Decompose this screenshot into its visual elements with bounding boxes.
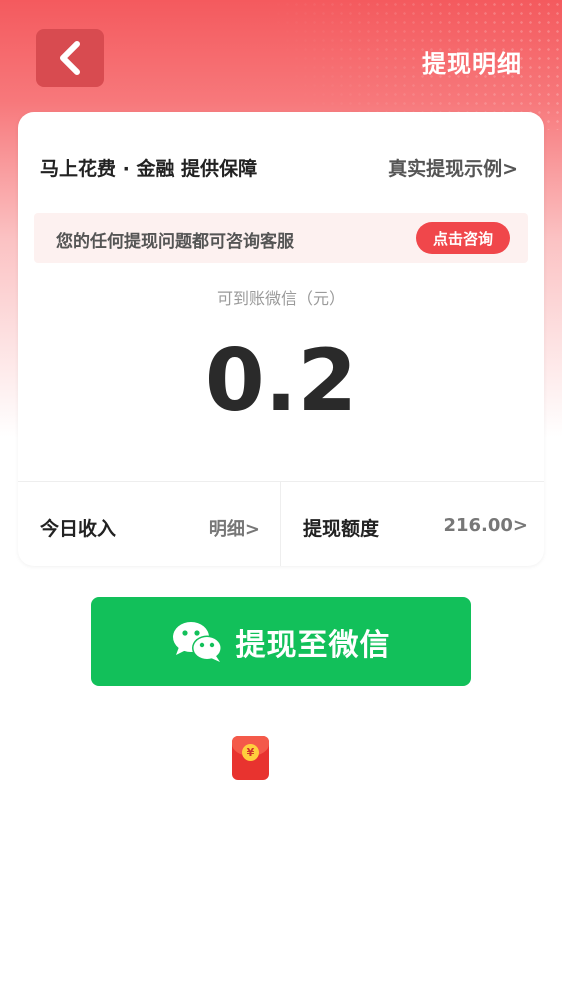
amount-value: 0.2 [204, 331, 358, 431]
today-income-cell[interactable]: 今日收入 明细> [18, 482, 280, 566]
today-income-label: 今日收入 [40, 518, 117, 540]
wechat-icon [172, 621, 222, 662]
real-example-link[interactable]: 真实提现示例> [388, 154, 518, 181]
withdraw-quota-label: 提现额度 [303, 518, 380, 540]
red-envelope-icon[interactable]: ¥ [232, 736, 269, 780]
income-detail-link[interactable]: 明细> [209, 515, 260, 541]
guarantee-text: 马上花费 · 金融 提供保障 [40, 158, 258, 180]
withdraw-quota-cell[interactable]: 提现额度 216.00> [281, 482, 544, 566]
chevron-left-icon [60, 41, 80, 75]
stats-row: 今日收入 明细> 提现额度 216.00> [18, 481, 544, 566]
consult-button[interactable]: 点击咨询 [416, 222, 510, 254]
amount-caption: 可到账微信（元） [216, 289, 345, 308]
withdraw-quota-value[interactable]: 216.00> [443, 515, 528, 536]
back-button[interactable] [36, 29, 104, 87]
notice-text: 您的任何提现问题都可咨询客服 [56, 232, 294, 252]
yuan-coin-icon: ¥ [242, 744, 259, 761]
withdraw-to-wechat-button[interactable]: 提现至微信 [91, 597, 471, 686]
guarantee-row: 马上花费 · 金融 提供保障 真实提现示例> [18, 112, 544, 212]
withdraw-detail-link[interactable]: 提现明细 [422, 44, 522, 79]
withdraw-button-label: 提现至微信 [235, 627, 391, 663]
withdraw-card: 马上花费 · 金融 提供保障 真实提现示例> 您的任何提现问题都可咨询客服 点击… [18, 112, 544, 566]
notice-bar: 您的任何提现问题都可咨询客服 点击咨询 [34, 213, 528, 263]
